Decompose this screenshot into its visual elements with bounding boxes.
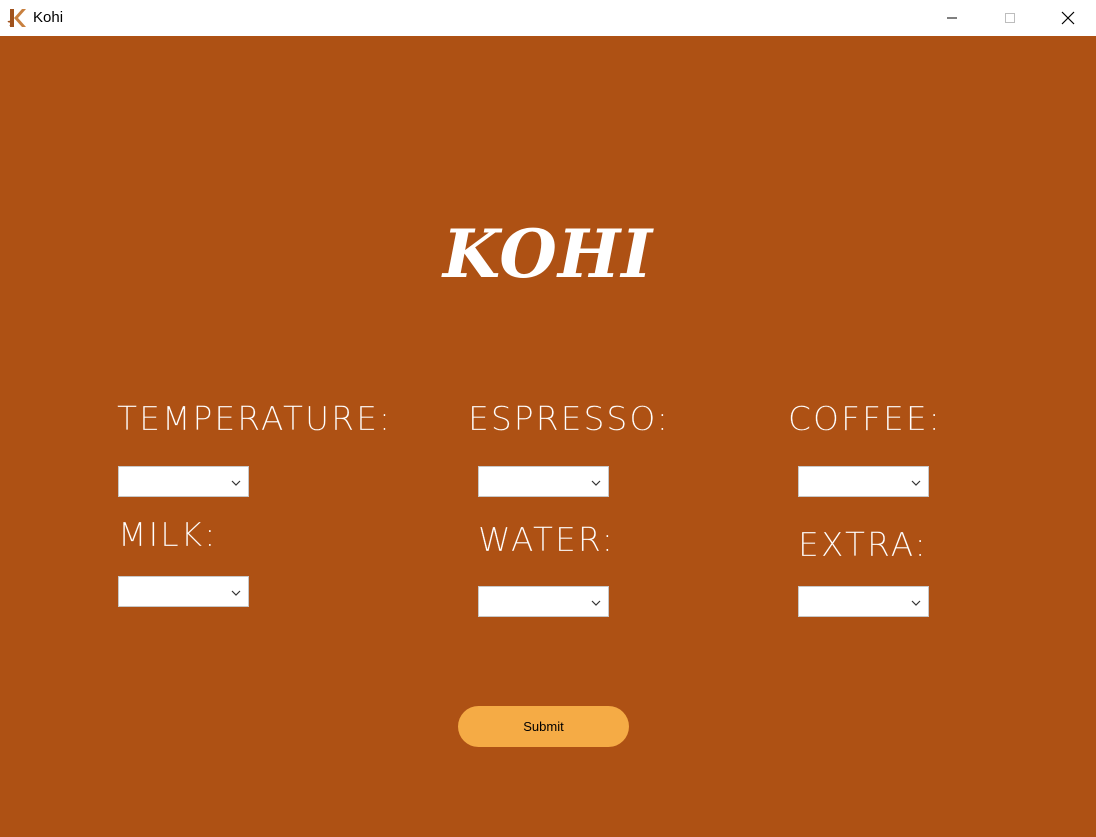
app-window: Kohi KOHI TEMPERATURE: MILK: ESPRESSO: W…	[0, 0, 1096, 837]
main-panel: KOHI TEMPERATURE: MILK: ESPRESSO: WATER:	[0, 36, 1096, 837]
chevron-down-icon	[590, 476, 602, 488]
maximize-button[interactable]	[981, 0, 1039, 36]
chevron-down-icon	[910, 476, 922, 488]
minimize-icon	[946, 12, 958, 24]
title-bar[interactable]: Kohi	[0, 0, 1096, 36]
close-button[interactable]	[1039, 0, 1096, 36]
close-icon	[1061, 11, 1075, 25]
espresso-select[interactable]	[478, 466, 609, 497]
milk-select[interactable]	[118, 576, 249, 607]
minimize-button[interactable]	[923, 0, 981, 36]
espresso-label: ESPRESSO:	[468, 399, 670, 438]
brand-title: KOHI	[442, 215, 654, 293]
chevron-down-icon	[230, 476, 242, 488]
maximize-icon	[1004, 12, 1016, 24]
chevron-down-icon	[230, 586, 242, 598]
submit-button[interactable]: Submit	[458, 706, 629, 747]
chevron-down-icon	[590, 596, 602, 608]
water-select[interactable]	[478, 586, 609, 617]
milk-label: MILK:	[118, 515, 218, 554]
chevron-down-icon	[910, 596, 922, 608]
temperature-label: TEMPERATURE:	[117, 399, 393, 438]
water-label: WATER:	[478, 520, 615, 559]
kohi-logo-icon	[7, 8, 27, 28]
coffee-label: COFFEE:	[788, 399, 942, 438]
temperature-select[interactable]	[118, 466, 249, 497]
window-title: Kohi	[33, 9, 64, 26]
extra-select[interactable]	[798, 586, 929, 617]
extra-label: EXTRA:	[798, 525, 928, 564]
coffee-select[interactable]	[798, 466, 929, 497]
